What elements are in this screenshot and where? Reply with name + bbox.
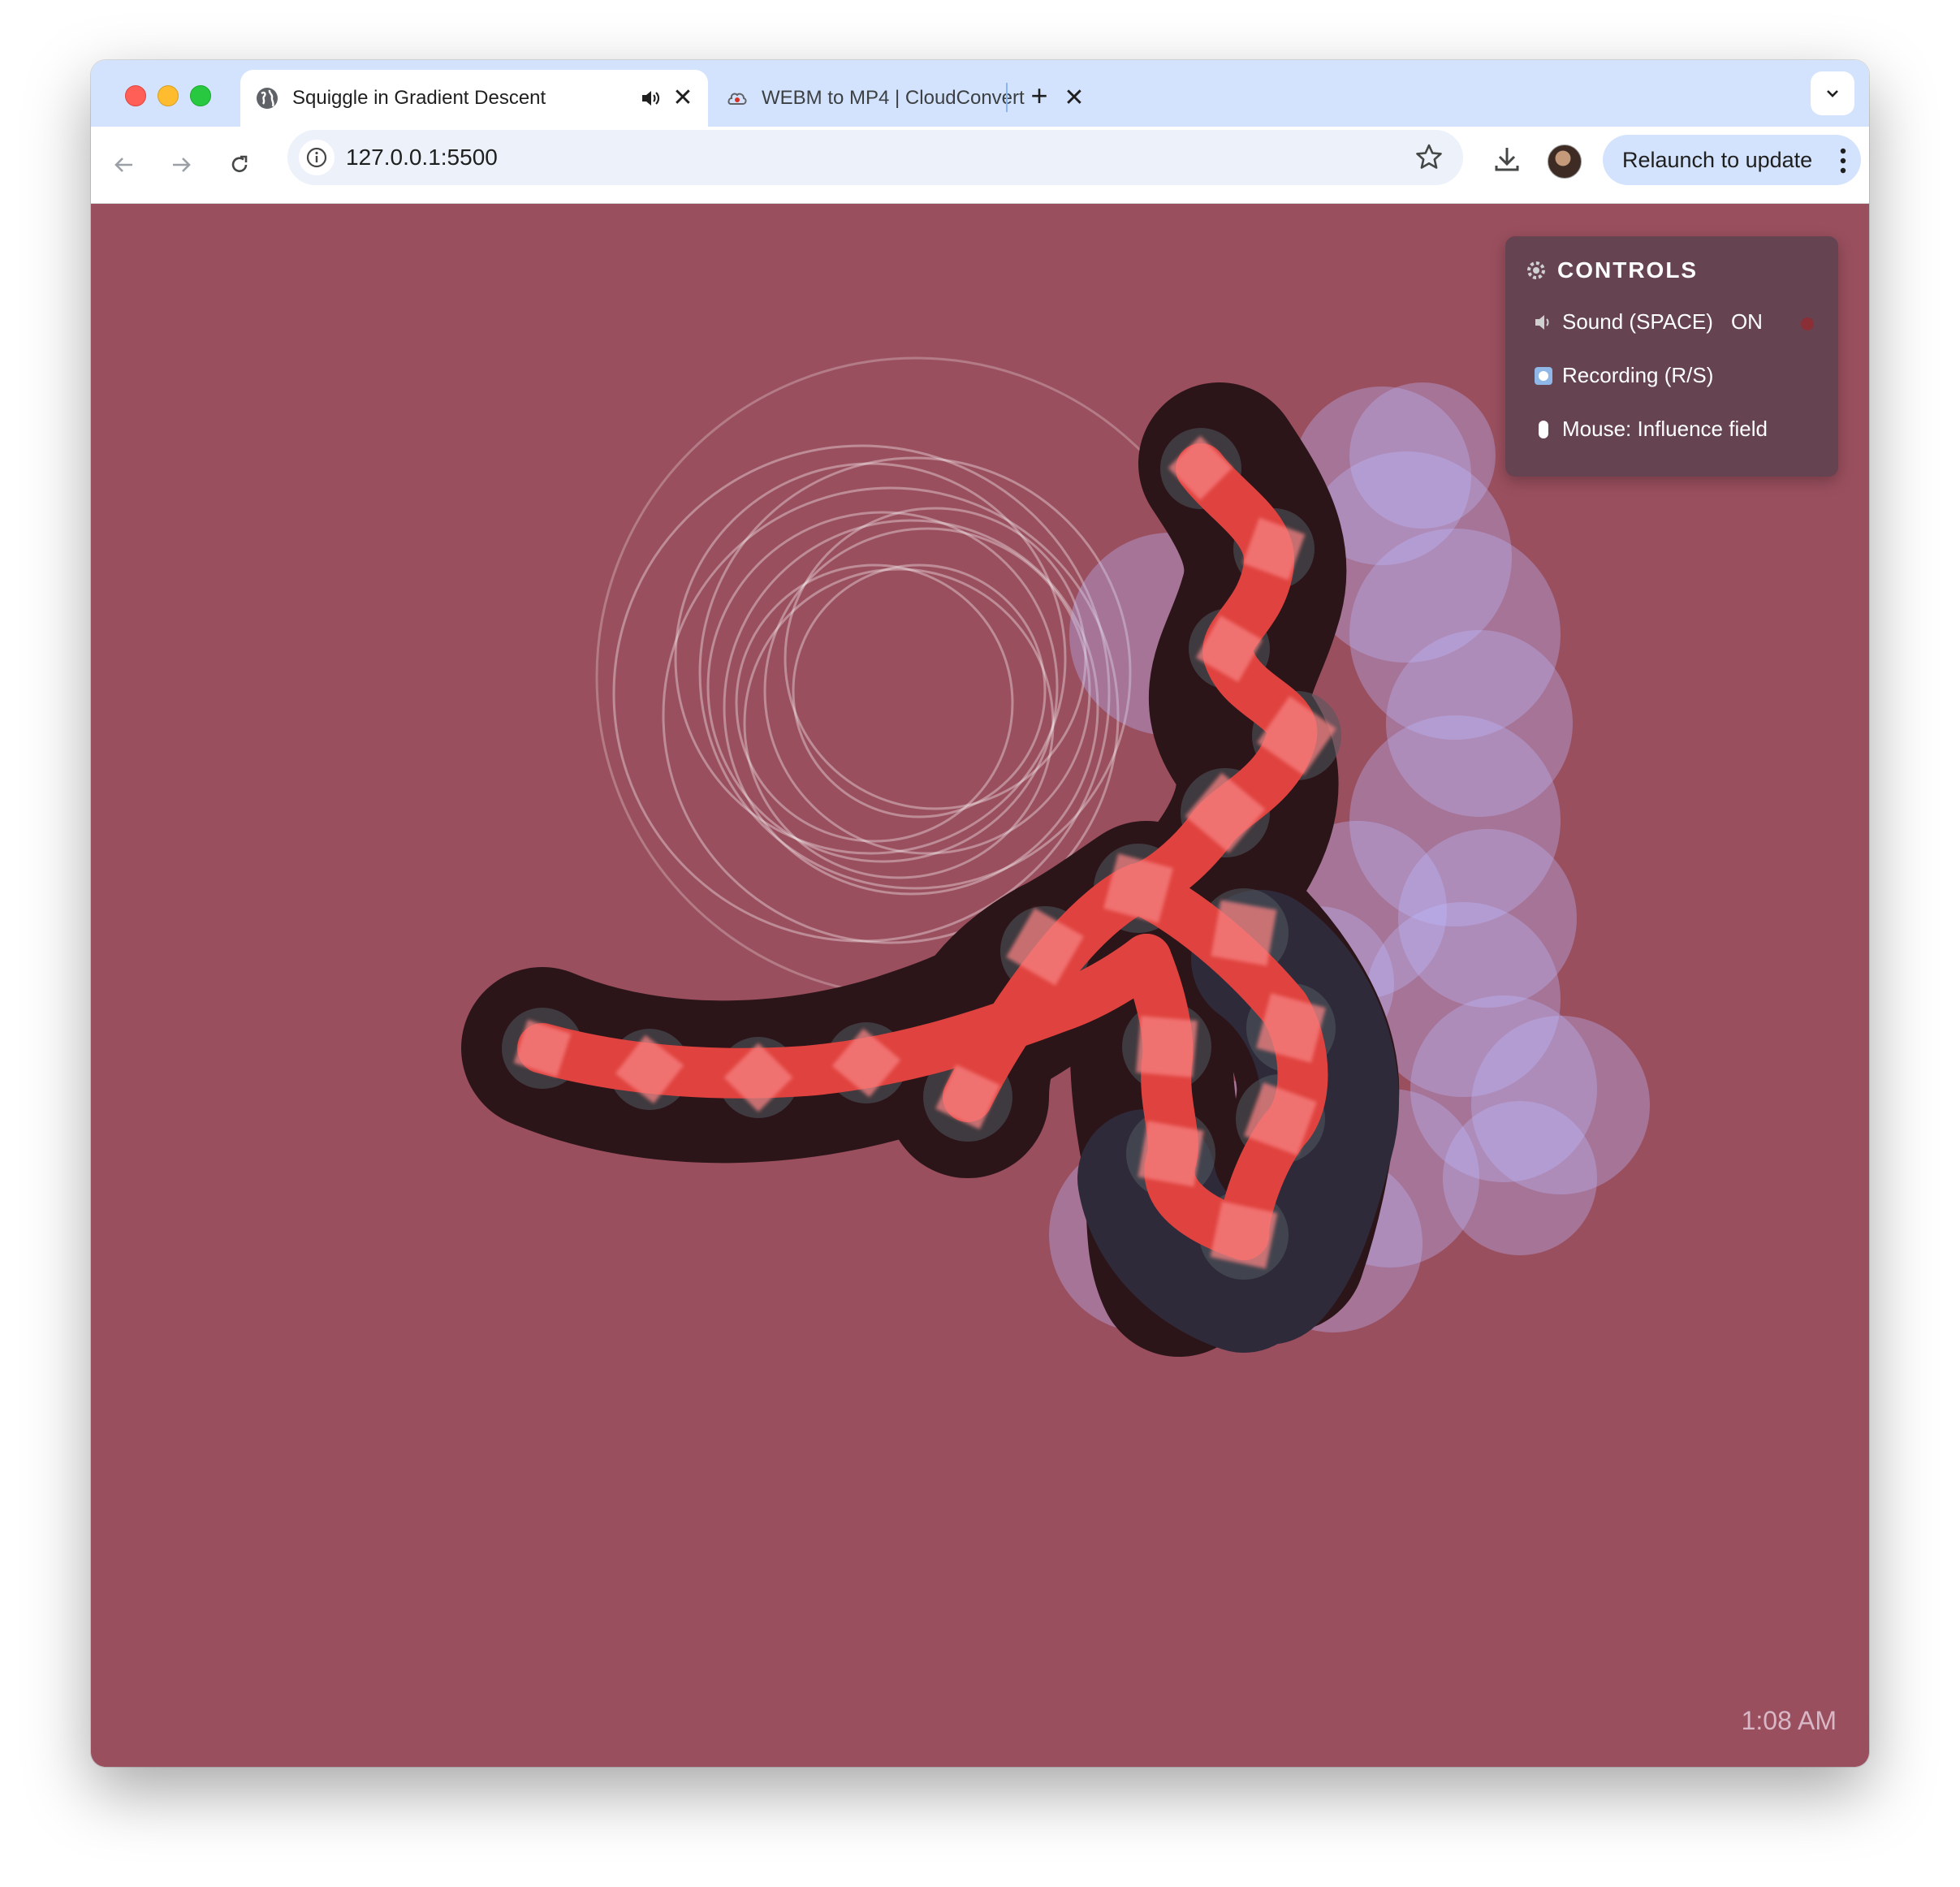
speaker-icon (1535, 314, 1549, 330)
tab-title: Squiggle in Gradient Descent (292, 87, 546, 109)
tab-separator (1006, 83, 1008, 112)
close-tab-icon[interactable]: ✕ (672, 86, 693, 110)
avatar[interactable] (1548, 145, 1582, 179)
maximize-window-button[interactable] (190, 85, 211, 106)
controls-panel: CONTROLS Sound (SPACE) ON Recording (R/S… (1505, 236, 1838, 477)
close-window-button[interactable] (125, 85, 146, 106)
tab-search-button[interactable] (1811, 71, 1854, 115)
address-bar[interactable]: 127.0.0.1:5500 (287, 130, 1463, 185)
recording-row[interactable]: Recording (R/S) (1533, 363, 1713, 388)
forward-button[interactable] (161, 145, 201, 185)
recording-indicator (1801, 317, 1814, 330)
reload-icon (231, 155, 248, 172)
relaunch-label: Relaunch to update (1622, 148, 1813, 172)
controls-heading: CONTROLS (1525, 257, 1698, 283)
animation-canvas[interactable]: CONTROLS Sound (SPACE) ON Recording (R/S… (91, 204, 1869, 1767)
globe-icon (257, 88, 278, 109)
mouse-row: Mouse: Influence field (1533, 417, 1768, 442)
sound-toggle-row[interactable]: Sound (SPACE) ON (1533, 309, 1763, 335)
controls-title: CONTROLS (1557, 257, 1699, 283)
cloud-icon (727, 93, 747, 105)
arrow-left-icon (114, 158, 132, 172)
clock-label: 1:08 AM (1741, 1706, 1837, 1735)
url-text[interactable]: 127.0.0.1:5500 (346, 130, 498, 185)
download-icon[interactable] (1489, 141, 1525, 177)
mouse-icon (1539, 420, 1548, 438)
star-icon[interactable] (1413, 141, 1445, 174)
minimize-window-button[interactable] (158, 85, 179, 106)
sound-label: Sound (SPACE) (1562, 309, 1713, 334)
speaker-icon[interactable] (638, 86, 663, 110)
info-icon (306, 147, 327, 168)
recording-label: Recording (R/S) (1562, 363, 1714, 387)
new-tab-button[interactable]: + (1021, 78, 1057, 114)
back-button[interactable] (104, 145, 145, 185)
sound-state: ON (1730, 309, 1763, 334)
tab-squiggle[interactable]: Squiggle in Gradient Descent ✕ (240, 70, 708, 127)
reload-button[interactable] (219, 145, 260, 185)
mouse-label: Mouse: Influence field (1562, 417, 1768, 441)
close-tab-icon[interactable]: ✕ (1064, 86, 1085, 110)
tab-strip: Squiggle in Gradient Descent ✕ WEBM to M… (91, 60, 1869, 127)
record-icon (1535, 366, 1552, 385)
arrow-right-icon (173, 158, 191, 172)
tab-title: WEBM to MP4 | CloudConvert (762, 87, 1025, 109)
chevron-down-icon (1827, 90, 1838, 97)
browser-window: Squiggle in Gradient Descent ✕ WEBM to M… (91, 60, 1869, 1767)
relaunch-button[interactable]: Relaunch to update (1603, 135, 1861, 185)
site-info-button[interactable] (299, 140, 335, 175)
more-vert-icon[interactable] (1840, 148, 1846, 174)
gear-icon (1527, 261, 1545, 279)
